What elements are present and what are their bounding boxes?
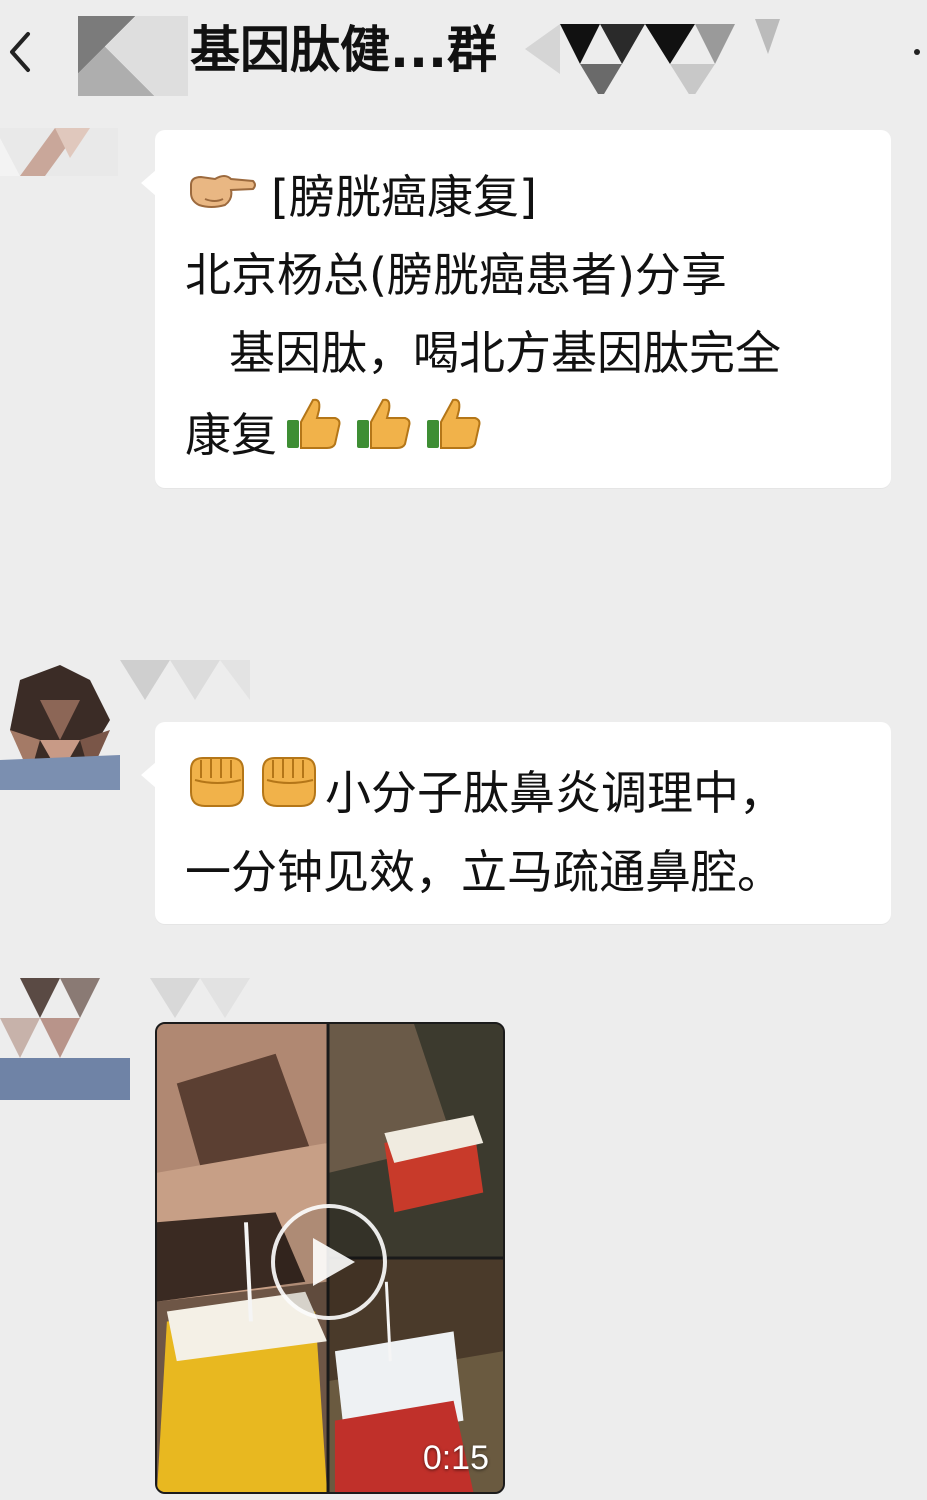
more-button[interactable] xyxy=(907,22,927,82)
message-bubble[interactable]: 小分子肽鼻炎调理中， 一分钟见效，立马疏通鼻腔。 xyxy=(141,722,891,924)
message-line: [膀胱癌康复] xyxy=(185,158,861,236)
chevron-left-icon xyxy=(10,32,30,72)
play-icon xyxy=(313,1238,355,1286)
thumbs-up-icon xyxy=(423,392,485,477)
message-text: 康复 xyxy=(185,407,277,462)
chat-title: 基因肽健...群 xyxy=(190,21,497,79)
message-line: 北京杨总(膀胱癌患者)分享 xyxy=(185,248,727,302)
message-line: 小分子肽鼻炎调理中， xyxy=(185,752,861,833)
pointing-finger-icon xyxy=(185,158,257,236)
thumbs-up-icon xyxy=(353,392,415,477)
message-line: 一分钟见效，立马疏通鼻腔。 xyxy=(185,845,783,899)
message-bubble[interactable]: [膀胱癌康复] 北京杨总(膀胱癌患者)分享 基因肽，喝北方基因肽完全 康复 xyxy=(141,130,891,488)
title-mosaic xyxy=(78,16,188,96)
message-line: 康复 xyxy=(185,392,861,477)
back-button[interactable] xyxy=(0,22,40,82)
avatar[interactable] xyxy=(0,128,118,176)
more-dots-icon xyxy=(914,49,920,55)
thumbs-up-icon xyxy=(283,392,345,477)
chat-header: 基因肽健...群 xyxy=(0,0,927,112)
message-text: 小分子肽鼻炎调理中， xyxy=(325,765,785,820)
message-line: 基因肽，喝北方基因肽完全 xyxy=(229,326,781,380)
message-text: [膀胱癌康复] xyxy=(271,170,537,224)
fist-icon xyxy=(257,752,319,833)
fist-icon xyxy=(185,752,247,833)
title-mosaic-right xyxy=(520,14,790,99)
video-message[interactable]: 0:15 xyxy=(155,1022,505,1494)
video-duration: 0:15 xyxy=(422,1439,489,1477)
play-button[interactable] xyxy=(271,1204,387,1320)
